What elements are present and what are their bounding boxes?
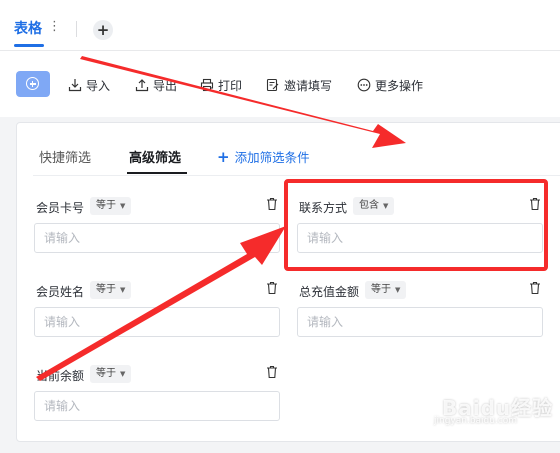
baidu-watermark: Baidu经验 jingyan.baidu.com — [420, 392, 560, 442]
annotation-arrow-upper — [80, 56, 406, 148]
annotation-arrows — [36, 56, 406, 381]
watermark-url: jingyan.baidu.com — [434, 416, 518, 426]
annotation-arrow-lower — [36, 226, 286, 381]
